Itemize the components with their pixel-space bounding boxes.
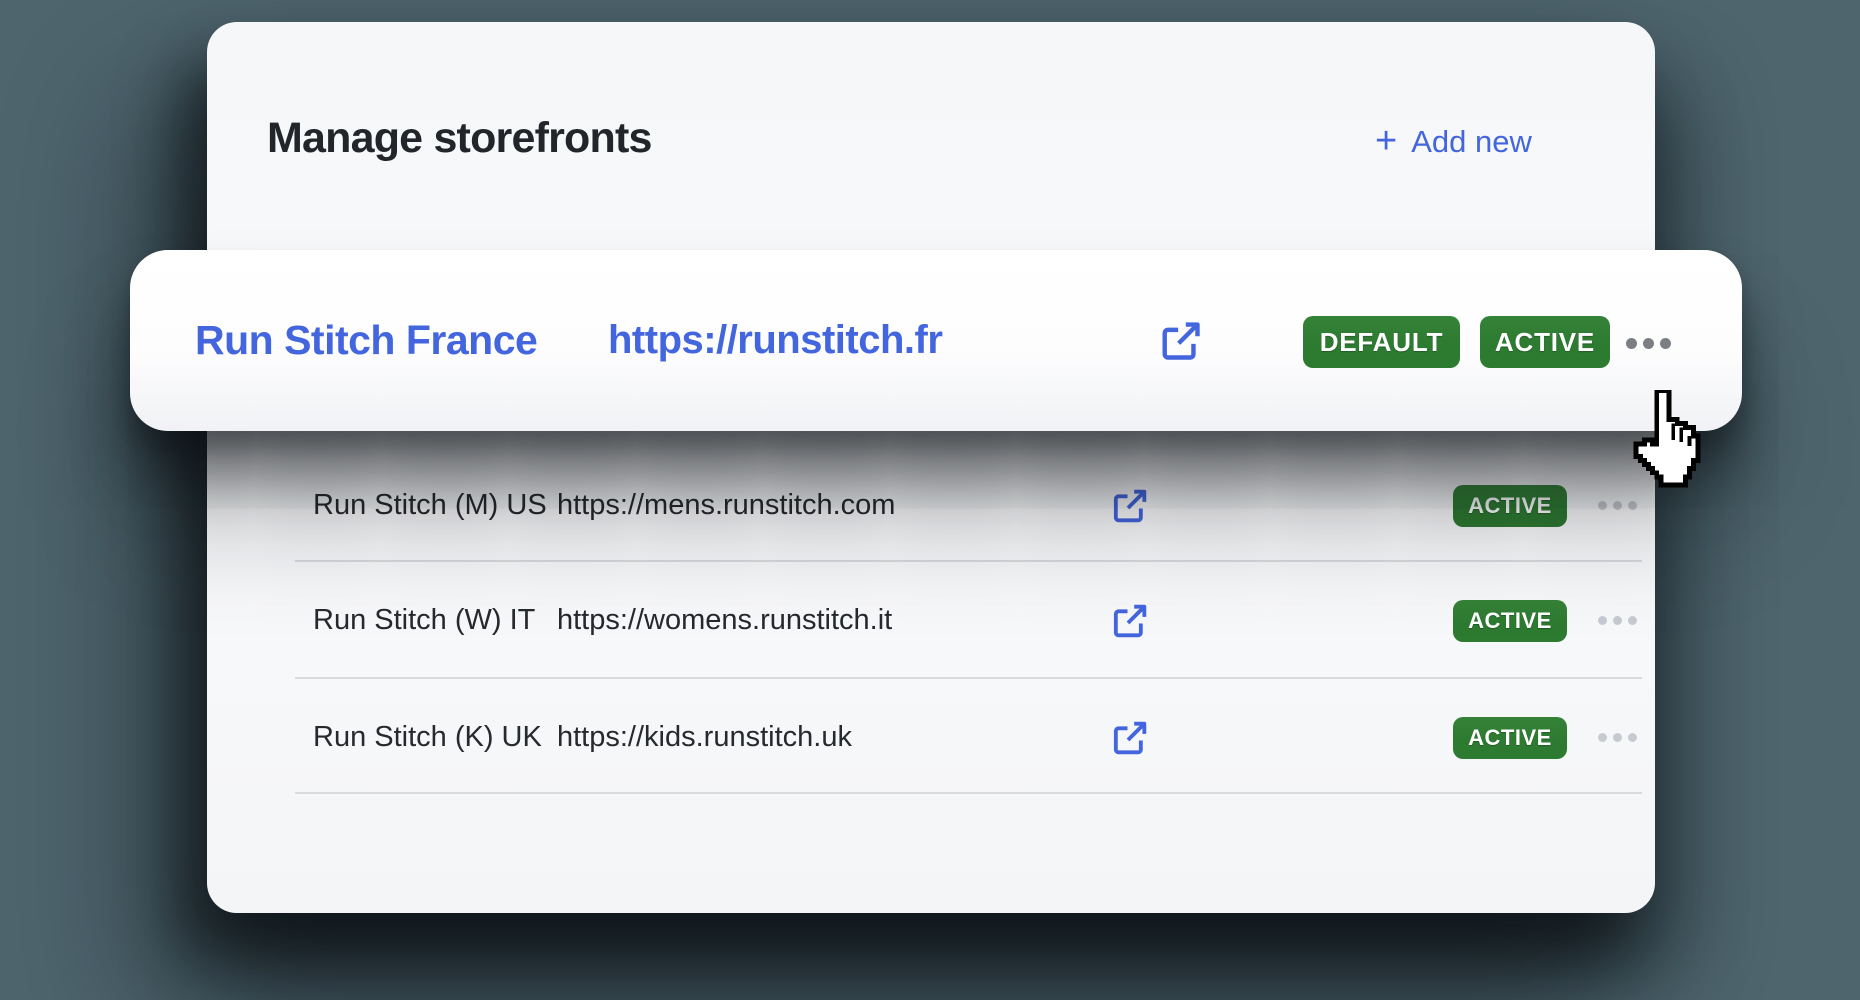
storefront-row[interactable]: Run Stitch (W) IT https://womens.runstit… (207, 562, 1655, 679)
more-options-button[interactable] (1598, 501, 1637, 510)
active-badge: ACTIVE (1480, 316, 1610, 368)
storefront-name: Run Stitch (M) US (313, 489, 547, 522)
hand-pointer-cursor (1628, 390, 1706, 498)
plus-icon: + (1375, 122, 1397, 160)
default-badge: DEFAULT (1303, 316, 1460, 368)
storefront-url[interactable]: https://mens.runstitch.com (557, 489, 895, 522)
manage-storefronts-card: Manage storefronts + Add new Run Stitch … (207, 22, 1655, 913)
external-link-icon[interactable] (1110, 718, 1150, 758)
status-badge: ACTIVE (1453, 485, 1567, 527)
storefront-name: Run Stitch (W) IT (313, 604, 535, 637)
page-title: Manage storefronts (267, 114, 652, 163)
more-options-button[interactable] (1626, 338, 1671, 349)
more-options-button[interactable] (1598, 616, 1637, 625)
storefront-url[interactable]: https://kids.runstitch.uk (557, 721, 852, 754)
storefront-name[interactable]: Run Stitch France (195, 250, 537, 431)
status-badge: ACTIVE (1453, 717, 1567, 759)
storefront-url[interactable]: https://womens.runstitch.it (557, 604, 892, 637)
add-new-button[interactable]: + Add new (1375, 124, 1532, 160)
external-link-icon[interactable] (1158, 318, 1204, 364)
storefront-row[interactable]: Run Stitch (M) US https://mens.runstitch… (207, 447, 1655, 564)
more-options-button[interactable] (1598, 733, 1637, 742)
row-divider (295, 792, 1642, 794)
external-link-icon[interactable] (1110, 486, 1150, 526)
storefront-row[interactable]: Run Stitch (K) UK https://kids.runstitch… (207, 679, 1655, 796)
add-new-label: Add new (1411, 124, 1532, 160)
storefront-url[interactable]: https://runstitch.fr (608, 250, 942, 431)
storefront-name: Run Stitch (K) UK (313, 721, 542, 754)
status-badge: ACTIVE (1453, 600, 1567, 642)
external-link-icon[interactable] (1110, 601, 1150, 641)
highlighted-storefront-row[interactable]: Run Stitch France https://runstitch.fr D… (130, 250, 1742, 431)
